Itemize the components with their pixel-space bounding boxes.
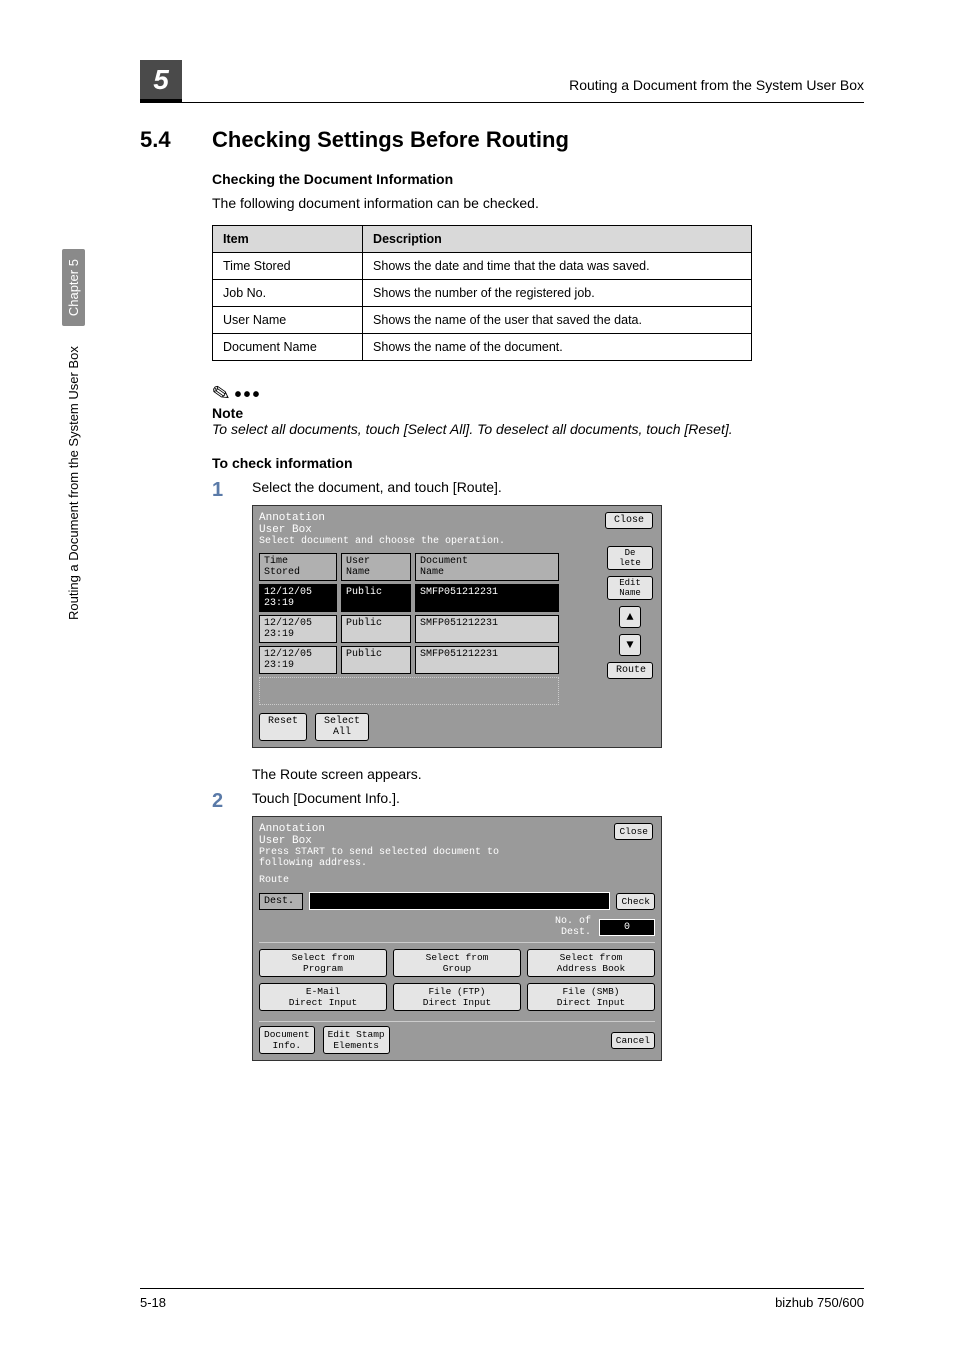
- note-block: ✎••• Note To select all documents, touch…: [212, 381, 752, 437]
- page-number: 5-18: [140, 1295, 166, 1310]
- screenshot-route: Close Annotation User Box Press START to…: [252, 816, 662, 1061]
- running-header-title: Routing a Document from the System User …: [569, 77, 864, 99]
- cell-doc: SMFP051212231: [415, 646, 559, 674]
- delete-button[interactable]: De lete: [607, 546, 653, 570]
- cell-time: 12/12/05 23:19: [259, 584, 337, 612]
- col-document-name: Document Name: [415, 553, 559, 581]
- edit-stamp-elements-button[interactable]: Edit Stamp Elements: [323, 1026, 390, 1054]
- cell-user: Public: [341, 615, 411, 643]
- td-item: Time Stored: [213, 253, 363, 280]
- step-2-text: Touch [Document Info.].: [252, 790, 752, 806]
- dest-label: Dest.: [259, 893, 303, 910]
- subheading-to-check: To check information: [212, 455, 752, 471]
- cell-time: 12/12/05 23:19: [259, 646, 337, 674]
- side-tab: Routing a Document from the System User …: [62, 249, 85, 620]
- select-from-addressbook-button[interactable]: Select from Address Book: [527, 949, 655, 977]
- section-title: Checking Settings Before Routing: [212, 127, 569, 153]
- step-1-text: Select the document, and touch [Route].: [252, 479, 752, 495]
- num-dest-label: No. of Dest.: [259, 916, 591, 938]
- th-description: Description: [363, 226, 752, 253]
- screenshot-select-document: Close Annotation User Box Select documen…: [252, 505, 662, 748]
- panel-subtitle: Select document and choose the operation…: [259, 536, 655, 547]
- cell-doc: SMFP051212231: [415, 615, 559, 643]
- list-item[interactable]: 12/12/05 23:19 Public SMFP051212231: [259, 646, 559, 674]
- side-tab-chapter: Chapter 5: [62, 249, 85, 326]
- panel-title: Annotation User Box: [259, 512, 655, 536]
- section-number: 5.4: [140, 127, 188, 153]
- pencil-icon: ✎: [210, 380, 233, 409]
- check-button[interactable]: Check: [616, 893, 655, 910]
- list-item[interactable]: 12/12/05 23:19 Public SMFP051212231: [259, 615, 559, 643]
- col-time-stored[interactable]: Time Stored: [259, 553, 337, 581]
- td-item: User Name: [213, 307, 363, 334]
- route-label: Route: [259, 875, 655, 886]
- table-row: Time Stored Shows the date and time that…: [213, 253, 752, 280]
- note-dots-icon: •••: [234, 384, 261, 406]
- route-button[interactable]: Route: [607, 662, 653, 679]
- reset-button[interactable]: Reset: [259, 713, 307, 741]
- step-1-result: The Route screen appears.: [252, 766, 752, 782]
- ftp-direct-input-button[interactable]: File (FTP) Direct Input: [393, 983, 521, 1011]
- model-name: bizhub 750/600: [775, 1295, 864, 1310]
- scroll-up-button[interactable]: ▲: [619, 606, 641, 628]
- table-row: Document Name Shows the name of the docu…: [213, 334, 752, 361]
- divider: [259, 942, 655, 943]
- document-info-button[interactable]: Document Info.: [259, 1026, 315, 1054]
- note-label: Note: [212, 405, 752, 421]
- select-from-group-button[interactable]: Select from Group: [393, 949, 521, 977]
- subheading-doc-info: Checking the Document Information: [212, 171, 752, 187]
- doc-info-table: Item Description Time Stored Shows the d…: [212, 225, 752, 361]
- cell-doc: SMFP051212231: [415, 584, 559, 612]
- step-number-1: 1: [212, 479, 230, 782]
- select-from-program-button[interactable]: Select from Program: [259, 949, 387, 977]
- table-row: User Name Shows the name of the user tha…: [213, 307, 752, 334]
- cell-user: Public: [341, 646, 411, 674]
- note-text: To select all documents, touch [Select A…: [212, 421, 752, 437]
- td-desc: Shows the name of the user that saved th…: [363, 307, 752, 334]
- email-direct-input-button[interactable]: E-Mail Direct Input: [259, 983, 387, 1011]
- th-item: Item: [213, 226, 363, 253]
- empty-list-area: [259, 677, 559, 705]
- close-button[interactable]: Close: [614, 823, 653, 840]
- dest-field: [309, 892, 610, 910]
- cancel-button[interactable]: Cancel: [611, 1032, 655, 1049]
- td-item: Document Name: [213, 334, 363, 361]
- table-row: Job No. Shows the number of the register…: [213, 280, 752, 307]
- divider: [259, 1021, 655, 1022]
- panel-title: Annotation User Box: [259, 823, 655, 847]
- intro-paragraph: The following document information can b…: [212, 195, 752, 211]
- cell-user: Public: [341, 584, 411, 612]
- td-desc: Shows the name of the document.: [363, 334, 752, 361]
- chapter-number-badge: 5: [140, 60, 182, 102]
- step-number-2: 2: [212, 790, 230, 1079]
- col-user-name: User Name: [341, 553, 411, 581]
- close-button[interactable]: Close: [605, 512, 653, 529]
- num-dest-value: 0: [599, 919, 655, 936]
- list-item[interactable]: 12/12/05 23:19 Public SMFP051212231: [259, 584, 559, 612]
- select-all-button[interactable]: Select All: [315, 713, 369, 741]
- td-item: Job No.: [213, 280, 363, 307]
- td-desc: Shows the date and time that the data wa…: [363, 253, 752, 280]
- edit-name-button[interactable]: Edit Name: [607, 576, 653, 600]
- scroll-down-button[interactable]: ▼: [619, 634, 641, 656]
- td-desc: Shows the number of the registered job.: [363, 280, 752, 307]
- side-tab-title: Routing a Document from the System User …: [66, 346, 81, 620]
- smb-direct-input-button[interactable]: File (SMB) Direct Input: [527, 983, 655, 1011]
- cell-time: 12/12/05 23:19: [259, 615, 337, 643]
- panel-subtitle: Press START to send selected document to…: [259, 847, 655, 869]
